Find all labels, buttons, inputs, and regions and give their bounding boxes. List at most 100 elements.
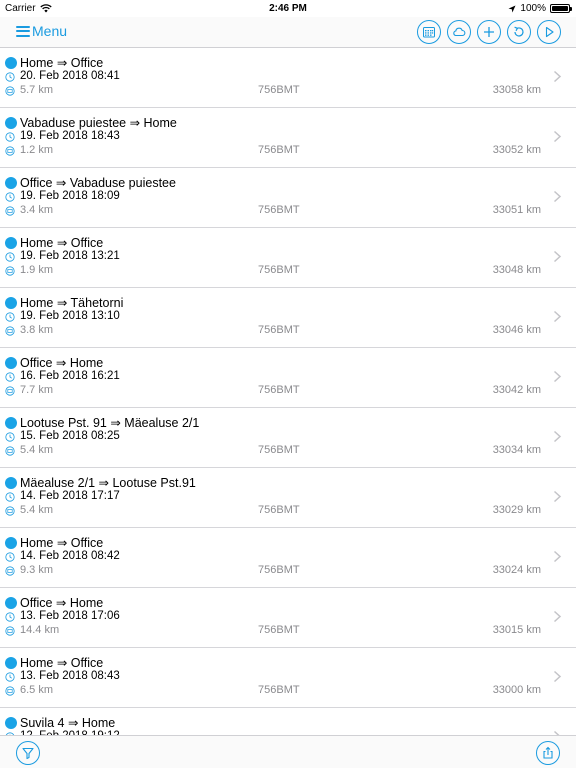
trip-distance: 6.5 km — [20, 684, 54, 696]
trip-route: Office ⇒ Home — [20, 356, 104, 370]
trip-row[interactable]: Home ⇒ Office 13. Feb 2018 08:43 6.5 km 756… — [0, 648, 576, 708]
trip-odometer: 33042 km — [492, 384, 541, 396]
add-trip-button[interactable] — [477, 20, 501, 44]
trip-vehicle-plate: 756BMT — [258, 504, 300, 516]
trip-vehicle-plate: 756BMT — [258, 444, 300, 456]
trip-date: 20. Feb 2018 08:41 — [20, 70, 120, 82]
trip-list: Home ⇒ Office 20. Feb 2018 08:41 5.7 km 756… — [0, 48, 576, 735]
trip-date: 19. Feb 2018 18:43 — [20, 130, 120, 142]
trip-row[interactable]: Vabaduse puiestee ⇒ Home 19. Feb 2018 18:… — [0, 108, 576, 168]
trip-odometer: 33024 km — [492, 564, 541, 576]
trip-status-dot — [5, 597, 17, 609]
cloud-button[interactable] — [447, 20, 471, 44]
trip-row[interactable]: Home ⇒ Office 19. Feb 2018 13:21 1.9 km 756… — [0, 228, 576, 288]
trip-distance: 5.4 km — [20, 504, 54, 516]
bottom-toolbar — [0, 735, 576, 768]
filter-icon — [22, 747, 34, 760]
status-right: 100% — [508, 3, 572, 14]
trip-date: 13. Feb 2018 08:43 — [20, 670, 120, 682]
trip-status-dot — [5, 477, 17, 489]
trip-vehicle-plate: 756BMT — [258, 624, 300, 636]
trip-odometer: 33015 km — [492, 624, 541, 636]
chevron-right-icon — [553, 490, 562, 503]
trip-row[interactable]: Home ⇒ Tähetorni 19. Feb 2018 13:10 3.8 km… — [0, 288, 576, 348]
chevron-right-icon — [553, 70, 562, 83]
odometer-icon — [5, 266, 15, 276]
trip-date: 16. Feb 2018 16:21 — [20, 370, 120, 382]
calendar-icon — [423, 27, 435, 38]
nav-bar: Menu — [0, 17, 576, 48]
chevron-right-icon — [553, 550, 562, 563]
trip-route: Home ⇒ Office — [20, 236, 104, 250]
trip-row[interactable]: Mäealuse 2/1 ⇒ Lootuse Pst.91 14. Feb 201… — [0, 468, 576, 528]
trip-row[interactable]: Home ⇒ Office 14. Feb 2018 08:42 9.3 km 756… — [0, 528, 576, 588]
cloud-icon — [453, 27, 466, 37]
trip-route: Home ⇒ Office — [20, 536, 104, 550]
trip-distance: 9.3 km — [20, 564, 54, 576]
odometer-icon — [5, 146, 15, 156]
trip-route: Suvila 4 ⇒ Home — [20, 716, 116, 730]
odometer-icon — [5, 206, 15, 216]
clock-icon — [5, 372, 15, 382]
trip-route: Lootuse Pst. 91 ⇒ Mäealuse 2/1 — [20, 416, 200, 430]
trip-row[interactable]: Office ⇒ Home 13. Feb 2018 17:06 14.4 km 75… — [0, 588, 576, 648]
clock-icon — [5, 312, 15, 322]
menu-label: Menu — [32, 23, 68, 39]
play-button[interactable] — [537, 20, 561, 44]
trip-route: Home ⇒ Tähetorni — [20, 296, 124, 310]
nav-actions — [417, 20, 561, 44]
clock-icon — [5, 432, 15, 442]
refresh-button[interactable] — [507, 20, 531, 44]
status-bar: Carrier 2:46 PM 100% — [0, 0, 576, 17]
chevron-right-icon — [553, 190, 562, 203]
trip-distance: 3.8 km — [20, 324, 54, 336]
trip-distance: 14.4 km — [20, 624, 60, 636]
trip-odometer: 33048 km — [492, 264, 541, 276]
menu-button[interactable]: Menu — [16, 23, 67, 39]
calendar-button[interactable] — [417, 20, 441, 44]
trip-vehicle-plate: 756BMT — [258, 204, 300, 216]
trip-status-dot — [5, 417, 17, 429]
trip-distance: 7.7 km — [20, 384, 54, 396]
share-button[interactable] — [536, 741, 560, 765]
trip-date: 19. Feb 2018 18:09 — [20, 190, 120, 202]
trip-vehicle-plate: 756BMT — [258, 324, 300, 336]
trip-date: 19. Feb 2018 13:10 — [20, 310, 120, 322]
trip-distance: 3.4 km — [20, 204, 54, 216]
odometer-icon — [5, 626, 15, 636]
trip-distance: 5.4 km — [20, 444, 54, 456]
odometer-icon — [5, 686, 15, 696]
trip-status-dot — [5, 297, 17, 309]
plus-icon — [484, 27, 494, 37]
trip-status-dot — [5, 237, 17, 249]
trip-date: 15. Feb 2018 08:25 — [20, 430, 120, 442]
clock-icon — [5, 492, 15, 502]
status-time: 2:46 PM — [269, 3, 307, 14]
trip-row[interactable]: Lootuse Pst. 91 ⇒ Mäealuse 2/1 15. Feb 20… — [0, 408, 576, 468]
trip-status-dot — [5, 657, 17, 669]
trip-row[interactable]: Home ⇒ Office 20. Feb 2018 08:41 5.7 km 756… — [0, 48, 576, 108]
trip-route: Office ⇒ Vabaduse puiestee — [20, 176, 176, 190]
trip-vehicle-plate: 756BMT — [258, 684, 300, 696]
trip-row[interactable]: Office ⇒ Home 16. Feb 2018 16:21 7.7 km 756… — [0, 348, 576, 408]
chevron-right-icon — [553, 310, 562, 323]
trip-route: Home ⇒ Office — [20, 56, 104, 70]
trip-row[interactable]: Suvila 4 ⇒ Home12. Feb 2018 19:12 — [0, 708, 576, 735]
trip-status-dot — [5, 717, 17, 729]
trip-row[interactable]: Office ⇒ Vabaduse puiestee 19. Feb 2018 1… — [0, 168, 576, 228]
trip-odometer: 33000 km — [492, 684, 541, 696]
share-icon — [543, 746, 553, 759]
odometer-icon — [5, 86, 15, 96]
trip-route: Home ⇒ Office — [20, 656, 104, 670]
clock-icon — [5, 192, 15, 202]
clock-icon — [5, 252, 15, 262]
trip-route: Vabaduse puiestee ⇒ Home — [20, 116, 177, 130]
odometer-icon — [5, 446, 15, 456]
chevron-right-icon — [553, 250, 562, 263]
trip-odometer: 33034 km — [492, 444, 541, 456]
odometer-icon — [5, 326, 15, 336]
trip-status-dot — [5, 357, 17, 369]
filter-button[interactable] — [16, 741, 40, 765]
trip-date: 19. Feb 2018 13:21 — [20, 250, 120, 262]
trip-route: Mäealuse 2/1 ⇒ Lootuse Pst.91 — [20, 476, 196, 490]
